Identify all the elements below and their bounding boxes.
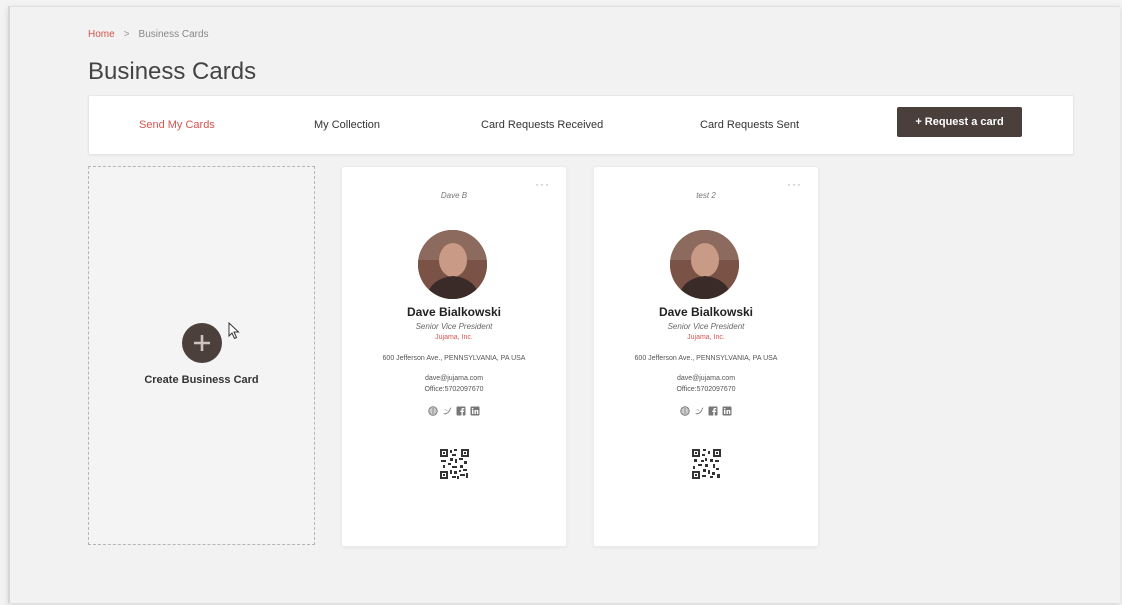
tab-send-my-cards[interactable]: Send My Cards xyxy=(139,119,215,131)
tab-my-collection[interactable]: My Collection xyxy=(314,119,380,131)
business-card[interactable]: ··· test 2 Dave Bialkowski Senior Vice P… xyxy=(593,166,819,547)
card-address: 600 Jefferson Ave., PENNSYLVANIA, PA USA xyxy=(634,355,778,362)
more-options-icon[interactable]: ··· xyxy=(535,177,550,191)
globe-icon[interactable] xyxy=(680,406,690,416)
request-card-button[interactable]: + Request a card xyxy=(897,107,1022,137)
plus-icon[interactable] xyxy=(182,323,222,363)
card-address: 600 Jefferson Ave., PENNSYLVANIA, PA USA xyxy=(382,355,526,362)
breadcrumb: Home > Business Cards xyxy=(88,29,209,40)
twitter-icon[interactable] xyxy=(694,406,704,416)
business-card[interactable]: ··· Dave B Dave Bialkowski Senior Vice P… xyxy=(341,166,567,547)
social-links xyxy=(594,406,818,416)
mouse-cursor-icon xyxy=(228,322,240,340)
facebook-icon[interactable] xyxy=(708,406,718,416)
card-company[interactable]: Jujama, Inc. xyxy=(594,334,818,341)
breadcrumb-home-link[interactable]: Home xyxy=(88,29,115,40)
qr-code-icon[interactable] xyxy=(692,449,721,479)
tab-bar: Send My Cards My Collection Card Request… xyxy=(88,95,1074,155)
create-business-card-tile[interactable]: Create Business Card xyxy=(88,166,315,545)
card-email[interactable]: dave@jujama.com xyxy=(342,375,566,382)
card-holder-name: Dave Bialkowski xyxy=(658,305,754,319)
twitter-icon[interactable] xyxy=(442,406,452,416)
breadcrumb-current: Business Cards xyxy=(138,29,209,40)
social-links xyxy=(342,406,566,416)
card-office-phone: Office:5702097670 xyxy=(676,386,736,393)
card-nickname: Dave B xyxy=(440,191,468,200)
card-email[interactable]: dave@jujama.com xyxy=(594,375,818,382)
avatar xyxy=(670,230,739,299)
globe-icon[interactable] xyxy=(428,406,438,416)
avatar xyxy=(418,230,487,299)
facebook-icon[interactable] xyxy=(456,406,466,416)
card-nickname: test 2 xyxy=(696,191,716,200)
linkedin-icon[interactable] xyxy=(470,406,480,416)
linkedin-icon[interactable] xyxy=(722,406,732,416)
card-job-title: Senior Vice President xyxy=(415,322,493,331)
tab-card-requests-sent[interactable]: Card Requests Sent xyxy=(700,119,799,131)
tab-card-requests-received[interactable]: Card Requests Received xyxy=(481,119,603,131)
qr-code-icon[interactable] xyxy=(440,449,469,479)
page-title: Business Cards xyxy=(88,58,257,85)
more-options-icon[interactable]: ··· xyxy=(787,177,802,191)
card-holder-name: Dave Bialkowski xyxy=(406,305,502,319)
card-job-title: Senior Vice President xyxy=(667,322,745,331)
card-office-phone: Office:5702097670 xyxy=(424,386,484,393)
breadcrumb-separator: > xyxy=(123,29,130,40)
card-company[interactable]: Jujama, Inc. xyxy=(342,334,566,341)
create-business-card-label: Create Business Card xyxy=(144,374,259,386)
